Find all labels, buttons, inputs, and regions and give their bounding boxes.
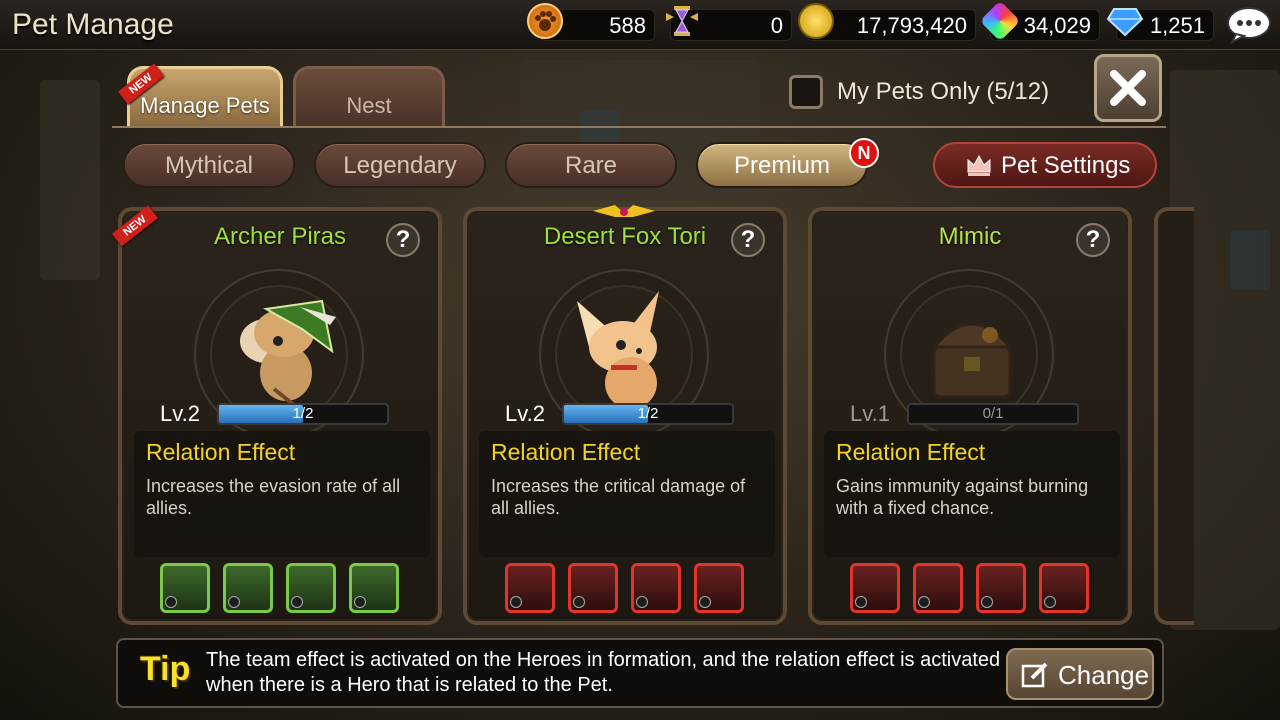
gold-count: 17,793,420 <box>856 13 967 38</box>
level-progress-text: 1/2 <box>637 405 659 422</box>
crown-decoration-icon <box>593 205 655 217</box>
related-heroes <box>850 563 1100 617</box>
hero-portrait[interactable] <box>913 563 963 613</box>
hero-portrait[interactable] <box>568 563 618 613</box>
relation-effect-title: Relation Effect <box>146 439 296 465</box>
pet-level: Lv.2 <box>505 401 545 426</box>
pet-card-desert-fox-tori[interactable]: Desert Fox Tori ? Lv.2 1/2 Relation Effe… <box>463 205 787 625</box>
tab-manage-pets-label: Manage Pets <box>140 93 270 118</box>
paw-icon <box>527 3 563 39</box>
relation-effect-description: Increases the critical damage of all all… <box>491 476 746 518</box>
premium-new-badge: N <box>849 138 879 168</box>
hero-portrait[interactable] <box>694 563 744 613</box>
level-progress-text: 0/1 <box>982 405 1004 422</box>
tip-bar: Tip The team effect is activated on the … <box>116 638 1164 708</box>
tip-label: Tip <box>140 650 191 688</box>
hero-portrait[interactable] <box>505 563 555 613</box>
relation-effect-description: Increases the evasion rate of all allies… <box>146 476 401 518</box>
filter-premium[interactable]: Premium <box>696 142 868 188</box>
top-bar: Pet Manage 588 0 17,793,420 34,029 1,251 <box>0 0 1280 50</box>
level-progress-bar: 1/2 <box>217 403 389 425</box>
help-icon[interactable]: ? <box>386 223 420 257</box>
related-heroes <box>505 563 755 617</box>
relation-effect-box: Relation Effect Increases the critical d… <box>479 431 775 557</box>
close-button[interactable] <box>1094 54 1162 122</box>
close-icon <box>1110 70 1146 106</box>
hero-portrait[interactable] <box>286 563 336 613</box>
pet-settings-button[interactable]: Pet Settings <box>933 142 1157 188</box>
paw-count: 588 <box>609 13 646 38</box>
pet-level: Lv.1 <box>850 401 890 426</box>
filter-mythical[interactable]: Mythical <box>123 142 295 188</box>
help-icon[interactable]: ? <box>731 223 765 257</box>
my-pets-only-label[interactable]: My Pets Only (5/12) <box>837 78 1049 106</box>
background-building <box>40 80 100 280</box>
edit-icon <box>1021 662 1048 688</box>
change-label: Change <box>1058 660 1150 690</box>
hourglass-count: 0 <box>770 13 783 38</box>
pet-settings-label: Pet Settings <box>1001 152 1131 179</box>
relation-effect-box: Relation Effect Increases the evasion ra… <box>134 431 430 557</box>
hero-portrait[interactable] <box>349 563 399 613</box>
tab-divider <box>112 126 1166 128</box>
tab-nest[interactable]: Nest <box>293 66 445 126</box>
gem-count: 34,029 <box>1023 13 1091 38</box>
pet-portrait-desert-fox-tori <box>549 271 699 421</box>
diamond-count: 1,251 <box>1149 13 1205 38</box>
tip-text: The team effect is activated on the Hero… <box>206 649 1001 696</box>
level-progress-bar: 1/2 <box>562 403 734 425</box>
change-button[interactable]: Change <box>1006 648 1154 700</box>
filter-rare[interactable]: Rare <box>505 142 677 188</box>
hourglass-icon <box>662 3 698 39</box>
pet-card-next-partial[interactable] <box>1154 207 1194 625</box>
pet-portrait-archer-piras <box>204 271 354 421</box>
related-heroes <box>160 563 410 617</box>
relation-effect-title: Relation Effect <box>491 439 641 465</box>
relation-effect-box: Relation Effect Gains immunity against b… <box>824 431 1120 557</box>
hero-portrait[interactable] <box>850 563 900 613</box>
relation-effect-title: Relation Effect <box>836 439 986 465</box>
relation-effect-description: Gains immunity against burning with a fi… <box>836 476 1089 518</box>
pet-portrait-mimic <box>894 271 1044 421</box>
chat-icon[interactable] <box>1226 6 1272 45</box>
help-icon[interactable]: ? <box>1076 223 1110 257</box>
pet-card-archer-piras[interactable]: Archer Piras ? Lv.2 1/2 Relation Effect … <box>118 207 442 625</box>
pet-card-mimic[interactable]: Mimic ? Lv.1 0/1 Relation Effect Gains i… <box>808 207 1132 625</box>
hero-portrait[interactable] <box>631 563 681 613</box>
background-window <box>1230 230 1270 290</box>
hero-portrait[interactable] <box>160 563 210 613</box>
diamond-icon <box>1106 3 1144 39</box>
hero-portrait[interactable] <box>1039 563 1089 613</box>
filter-legendary[interactable]: Legendary <box>314 142 486 188</box>
tab-nest-label: Nest <box>346 93 392 118</box>
hero-portrait[interactable] <box>976 563 1026 613</box>
my-pets-only-checkbox[interactable] <box>789 75 823 109</box>
hero-portrait[interactable] <box>223 563 273 613</box>
level-progress-text: 1/2 <box>292 405 314 422</box>
crown-icon <box>967 154 991 176</box>
page-title: Pet Manage <box>12 8 174 41</box>
pet-level: Lv.2 <box>160 401 200 426</box>
level-progress-bar: 0/1 <box>907 403 1079 425</box>
gold-coin-icon <box>798 3 834 39</box>
